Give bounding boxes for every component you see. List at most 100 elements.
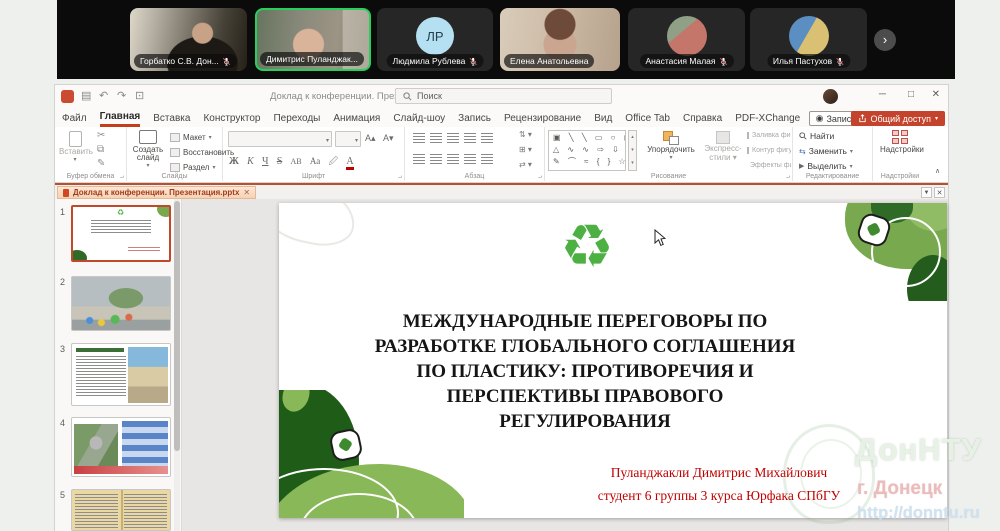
section-button[interactable]: Раздел ▾: [170, 163, 215, 172]
minimize-button[interactable]: ─: [879, 89, 886, 100]
shrink-font-button[interactable]: А▾: [383, 133, 394, 144]
tab-review[interactable]: Рецензирование: [504, 110, 581, 126]
select-button[interactable]: ▶ Выделить ▾: [799, 161, 853, 171]
underline-button[interactable]: Ч: [262, 156, 269, 167]
tab-transitions[interactable]: Переходы: [273, 110, 320, 126]
maximize-button[interactable]: □: [908, 89, 914, 100]
tab-list-dropdown-button[interactable]: ▼: [921, 187, 932, 198]
chevron-down-icon: ▾: [850, 148, 853, 155]
slide-thumbnail-3[interactable]: [71, 343, 171, 406]
convert-smartart-icon[interactable]: ⇄ ▾: [519, 160, 532, 169]
dialog-launcher-icon[interactable]: ⌐: [538, 173, 542, 180]
quick-styles-button[interactable]: Экспресс- стили ▾: [701, 131, 745, 162]
shape-effects-button[interactable]: Эффекты фигуры: [747, 162, 791, 169]
align-left-icon[interactable]: [413, 154, 425, 164]
numbering-icon[interactable]: [430, 133, 442, 143]
slide-title[interactable]: МЕЖДУНАРОДНЫЕ ПЕРЕГОВОРЫ ПО РАЗРАБОТКЕ Г…: [305, 309, 865, 434]
format-painter-icon[interactable]: ✎: [97, 158, 105, 169]
tab-view[interactable]: Вид: [594, 110, 612, 126]
participant-tile-dimitris-active-speaker[interactable]: Димитрис Пуланджак...: [255, 8, 371, 71]
group-font: ▾ ▾ А▴ А▾ Ж К Ч S АВ Аа 🖉 А Шрифт ⌐: [223, 127, 405, 181]
tab-bar-close-button[interactable]: ✕: [934, 187, 945, 198]
grow-font-button[interactable]: А▴: [365, 133, 376, 144]
slide-thumbnail-5[interactable]: [71, 489, 171, 531]
bold-button[interactable]: Ж: [229, 156, 239, 167]
close-icon[interactable]: ✕: [243, 188, 250, 197]
tab-help[interactable]: Справка: [683, 110, 722, 126]
thumbnail-scrollbar-thumb[interactable]: [174, 201, 180, 451]
slide-thumbnail-1-selected[interactable]: ♻: [71, 205, 171, 262]
slide-author[interactable]: Пуланджакли Димитрис Михайлович студент …: [568, 461, 870, 507]
character-spacing-button[interactable]: АВ: [291, 157, 302, 166]
reset-icon: [170, 148, 180, 157]
align-text-icon[interactable]: ⊞ ▾: [519, 145, 532, 154]
shape-outline-button[interactable]: Контур фигуры: [747, 147, 791, 154]
font-size-select[interactable]: ▾: [335, 131, 361, 147]
dialog-launcher-icon[interactable]: ⌐: [786, 173, 790, 180]
account-avatar[interactable]: [823, 89, 838, 104]
tab-record[interactable]: Запись: [458, 110, 491, 126]
find-button[interactable]: Найти: [799, 131, 834, 141]
paste-button[interactable]: Вставить ▾: [59, 131, 91, 163]
tab-slideshow[interactable]: Слайд-шоу: [393, 110, 445, 126]
new-slide-button[interactable]: Создать слайд ▾: [130, 130, 166, 169]
layout-button[interactable]: Макет ▾: [170, 133, 212, 142]
shape-fill-button[interactable]: Заливка фигуры: [747, 132, 791, 139]
slideshow-icon[interactable]: ⊡: [135, 89, 144, 102]
slide-canvas[interactable]: ♻ МЕЖДУНАРОДНЫЕ ПЕРЕГОВОР: [279, 203, 947, 518]
align-right-icon[interactable]: [447, 154, 459, 164]
italic-button[interactable]: К: [247, 156, 254, 167]
change-case-button[interactable]: Аа: [310, 156, 320, 166]
increase-indent-icon[interactable]: [464, 133, 476, 143]
search-input[interactable]: Поиск: [395, 88, 612, 104]
close-button[interactable]: ✕: [932, 89, 940, 100]
slide-thumbnail-4[interactable]: [71, 417, 171, 477]
participant-tile-gorbatko[interactable]: Горбатко С.В. Дон...: [130, 8, 247, 71]
undo-icon[interactable]: ↶: [99, 89, 108, 102]
document-tab-active[interactable]: Доклад к конференции. Презентация.pptx ✕: [57, 186, 256, 199]
align-center-icon[interactable]: [430, 154, 442, 164]
collapse-ribbon-icon[interactable]: ∧: [935, 167, 940, 175]
bullets-icon[interactable]: [413, 133, 425, 143]
justify-icon[interactable]: [464, 154, 476, 164]
save-icon[interactable]: ▤: [81, 89, 91, 102]
select-label: Выделить: [807, 161, 846, 171]
dialog-launcher-icon[interactable]: ⌐: [120, 173, 124, 180]
highlight-button[interactable]: 🖉: [329, 154, 339, 170]
dialog-launcher-icon[interactable]: ⌐: [398, 173, 402, 180]
thumbnail-banner: [74, 466, 168, 474]
title-line: МЕЖДУНАРОДНЫЕ ПЕРЕГОВОРЫ ПО: [305, 309, 865, 334]
tab-design[interactable]: Конструктор: [203, 110, 260, 126]
text-direction-icon[interactable]: ⇅ ▾: [519, 130, 532, 139]
share-button[interactable]: Общий доступ ▾: [851, 111, 945, 126]
tab-insert[interactable]: Вставка: [153, 110, 190, 126]
strikethrough-button[interactable]: S: [277, 156, 283, 167]
participant-tile-ludmila[interactable]: ЛР Людмила Рублева: [377, 8, 493, 71]
tab-file[interactable]: Файл: [62, 110, 87, 126]
tab-home[interactable]: Главная: [100, 108, 141, 127]
copy-icon[interactable]: ⧉: [97, 144, 104, 155]
arrange-button[interactable]: Упорядочить ▾: [643, 131, 699, 161]
chevron-right-icon: ›: [883, 32, 887, 47]
addins-button[interactable]: Надстройки: [880, 130, 920, 154]
replace-button[interactable]: ⇆ Заменить ▾: [799, 146, 853, 156]
font-name-select[interactable]: ▾: [228, 131, 332, 147]
font-color-button[interactable]: А: [346, 156, 353, 170]
line-spacing-icon[interactable]: [481, 133, 493, 143]
participant-tile-ilya[interactable]: Илья Пастухов: [750, 8, 867, 71]
participant-tile-elena[interactable]: Елена Анатольевна: [500, 8, 620, 71]
participant-name: Елена Анатольевна: [510, 56, 588, 66]
shapes-gallery-scroll[interactable]: ▴▾▾: [628, 130, 637, 171]
cut-icon[interactable]: ✂: [97, 130, 105, 141]
shapes-gallery[interactable]: ▣ ╲ ╲ ▭ ○ ▢ △ ∿ ∿ ⇨ ⇩ ▱ ✎ ⌒ ≈ { } ☆: [548, 130, 626, 171]
thumbnail-body-text: [76, 356, 126, 396]
slide-thumbnail-2[interactable]: [71, 276, 171, 331]
decrease-indent-icon[interactable]: [447, 133, 459, 143]
more-participants-button[interactable]: ›: [874, 29, 896, 51]
tab-animations[interactable]: Анимация: [333, 110, 380, 126]
redo-icon[interactable]: ↷: [117, 89, 126, 102]
tab-pdf-xchange[interactable]: PDF-XChange: [735, 110, 800, 126]
participant-tile-anastasia[interactable]: Анастасия Малая: [628, 8, 745, 71]
tab-office-tab[interactable]: Office Tab: [625, 110, 670, 126]
columns-icon[interactable]: [481, 154, 493, 164]
